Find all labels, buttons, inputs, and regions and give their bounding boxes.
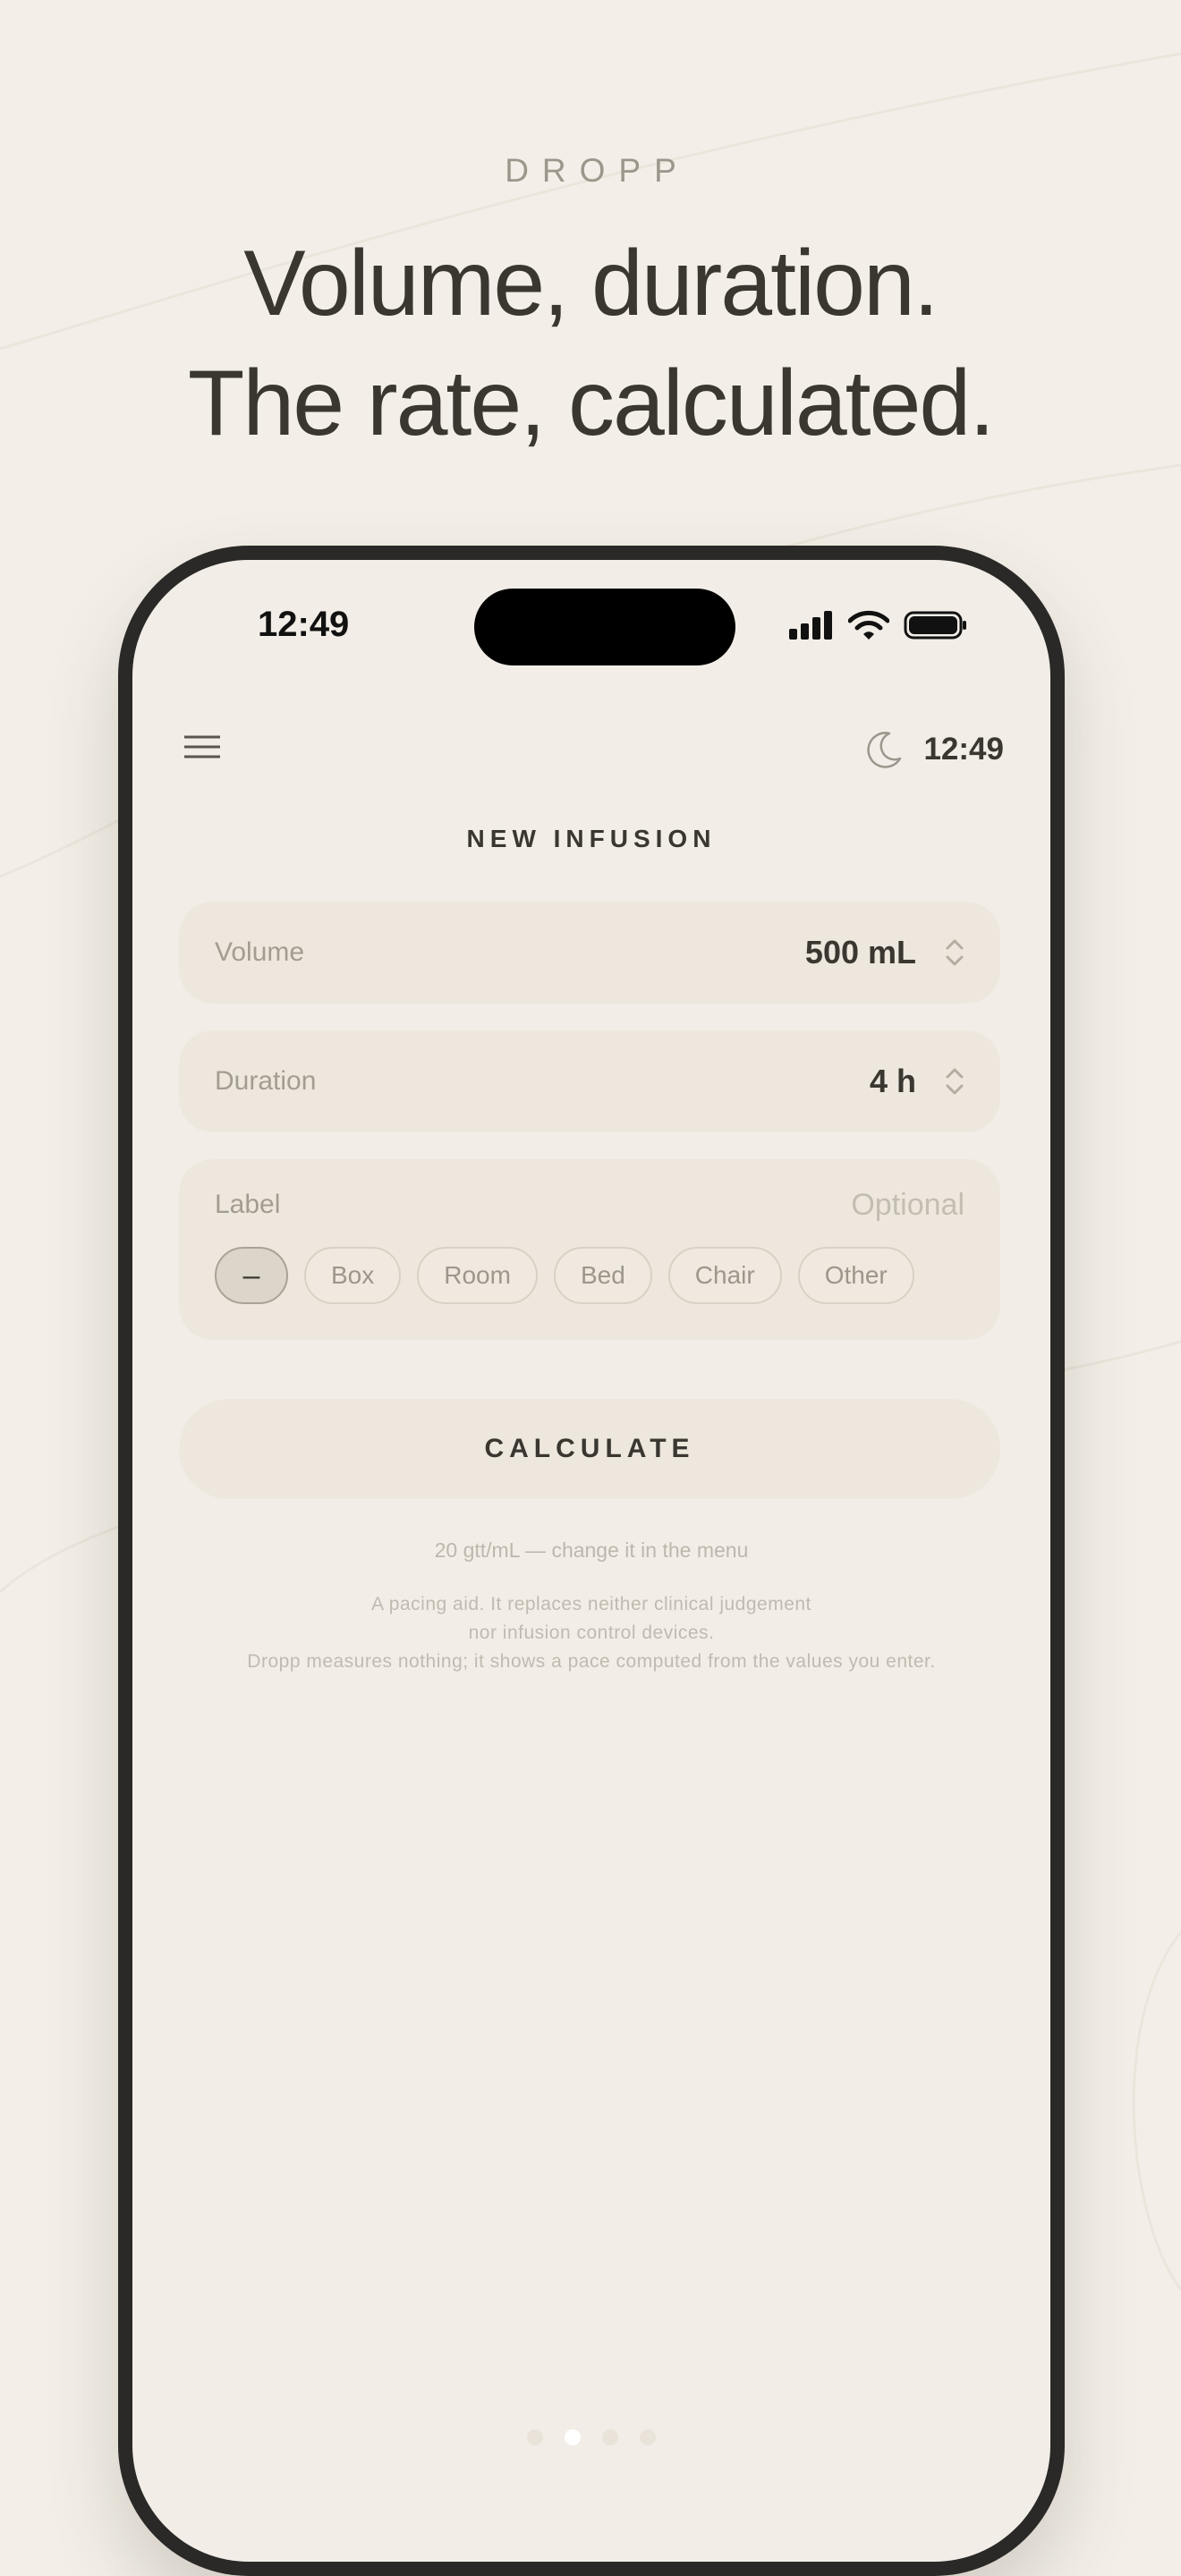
chip-box[interactable]: Box [304, 1247, 402, 1304]
chip-none[interactable]: – [215, 1247, 288, 1304]
chevron-up-down-icon[interactable] [945, 937, 964, 968]
marketing-header: DROPP Volume, duration. The rate, calcul… [0, 152, 1181, 463]
volume-value: 500 mL [804, 934, 916, 970]
brand-name: DROPP [505, 152, 690, 189]
cellular-signal-icon [789, 611, 832, 640]
headline: Volume, duration. The rate, calculated. [0, 224, 1181, 463]
duration-label: Duration [215, 1066, 317, 1096]
calculate-button[interactable]: CALCULATE [179, 1399, 1000, 1499]
label-field-label: Label [215, 1190, 281, 1219]
headline-line-2: The rate, calculated. [187, 352, 995, 455]
page-title: NEW INFUSION [466, 825, 717, 852]
disclaimer: A pacing aid. It replaces neither clinic… [132, 1590, 1050, 1676]
disclaimer-line-3: Dropp measures nothing; it shows a pace … [247, 1651, 936, 1672]
dynamic-island [474, 589, 735, 665]
moon-icon[interactable] [864, 730, 904, 769]
duration-field[interactable]: Duration 4 h [179, 1030, 1000, 1132]
status-bar-time: 12:49 [258, 605, 350, 644]
chip-chair[interactable]: Chair [667, 1247, 782, 1304]
chevron-up-down-icon[interactable] [945, 1066, 964, 1097]
volume-label: Volume [215, 937, 305, 967]
hamburger-menu-icon[interactable] [183, 733, 222, 760]
page-dot[interactable] [640, 2429, 656, 2445]
disclaimer-line-1: A pacing aid. It replaces neither clinic… [371, 1594, 811, 1614]
chip-bed[interactable]: Bed [553, 1247, 652, 1304]
page-dot[interactable] [602, 2429, 618, 2445]
drop-factor-hint: 20 gtt/mL — change it in the menu [434, 1538, 749, 1562]
page-dot-active[interactable] [565, 2429, 581, 2445]
app-top-bar: 12:49 [183, 721, 1004, 775]
page-indicator [132, 2429, 1050, 2445]
status-bar-icons [789, 610, 968, 640]
wifi-icon [848, 610, 889, 640]
label-placeholder[interactable]: Optional [851, 1188, 964, 1223]
app-time: 12:49 [923, 732, 1004, 767]
phone-frame: 12:49 12:49 NEW INFUSION Volume 500 mL D… [118, 546, 1065, 2576]
page-dot[interactable] [527, 2429, 543, 2445]
label-field: Label Optional – Box Room Bed Chair Othe… [179, 1159, 1000, 1340]
chip-room[interactable]: Room [417, 1247, 538, 1304]
label-chips: – Box Room Bed Chair Other [215, 1247, 914, 1304]
battery-icon [904, 611, 966, 640]
disclaimer-line-2: nor infusion control devices. [468, 1623, 715, 1643]
duration-value: 4 h [869, 1063, 916, 1099]
volume-field[interactable]: Volume 500 mL [179, 902, 1000, 1004]
phone-screen: 12:49 12:49 NEW INFUSION Volume 500 mL D… [132, 560, 1050, 2562]
headline-line-1: Volume, duration. [243, 232, 939, 335]
chip-other[interactable]: Other [797, 1247, 914, 1304]
